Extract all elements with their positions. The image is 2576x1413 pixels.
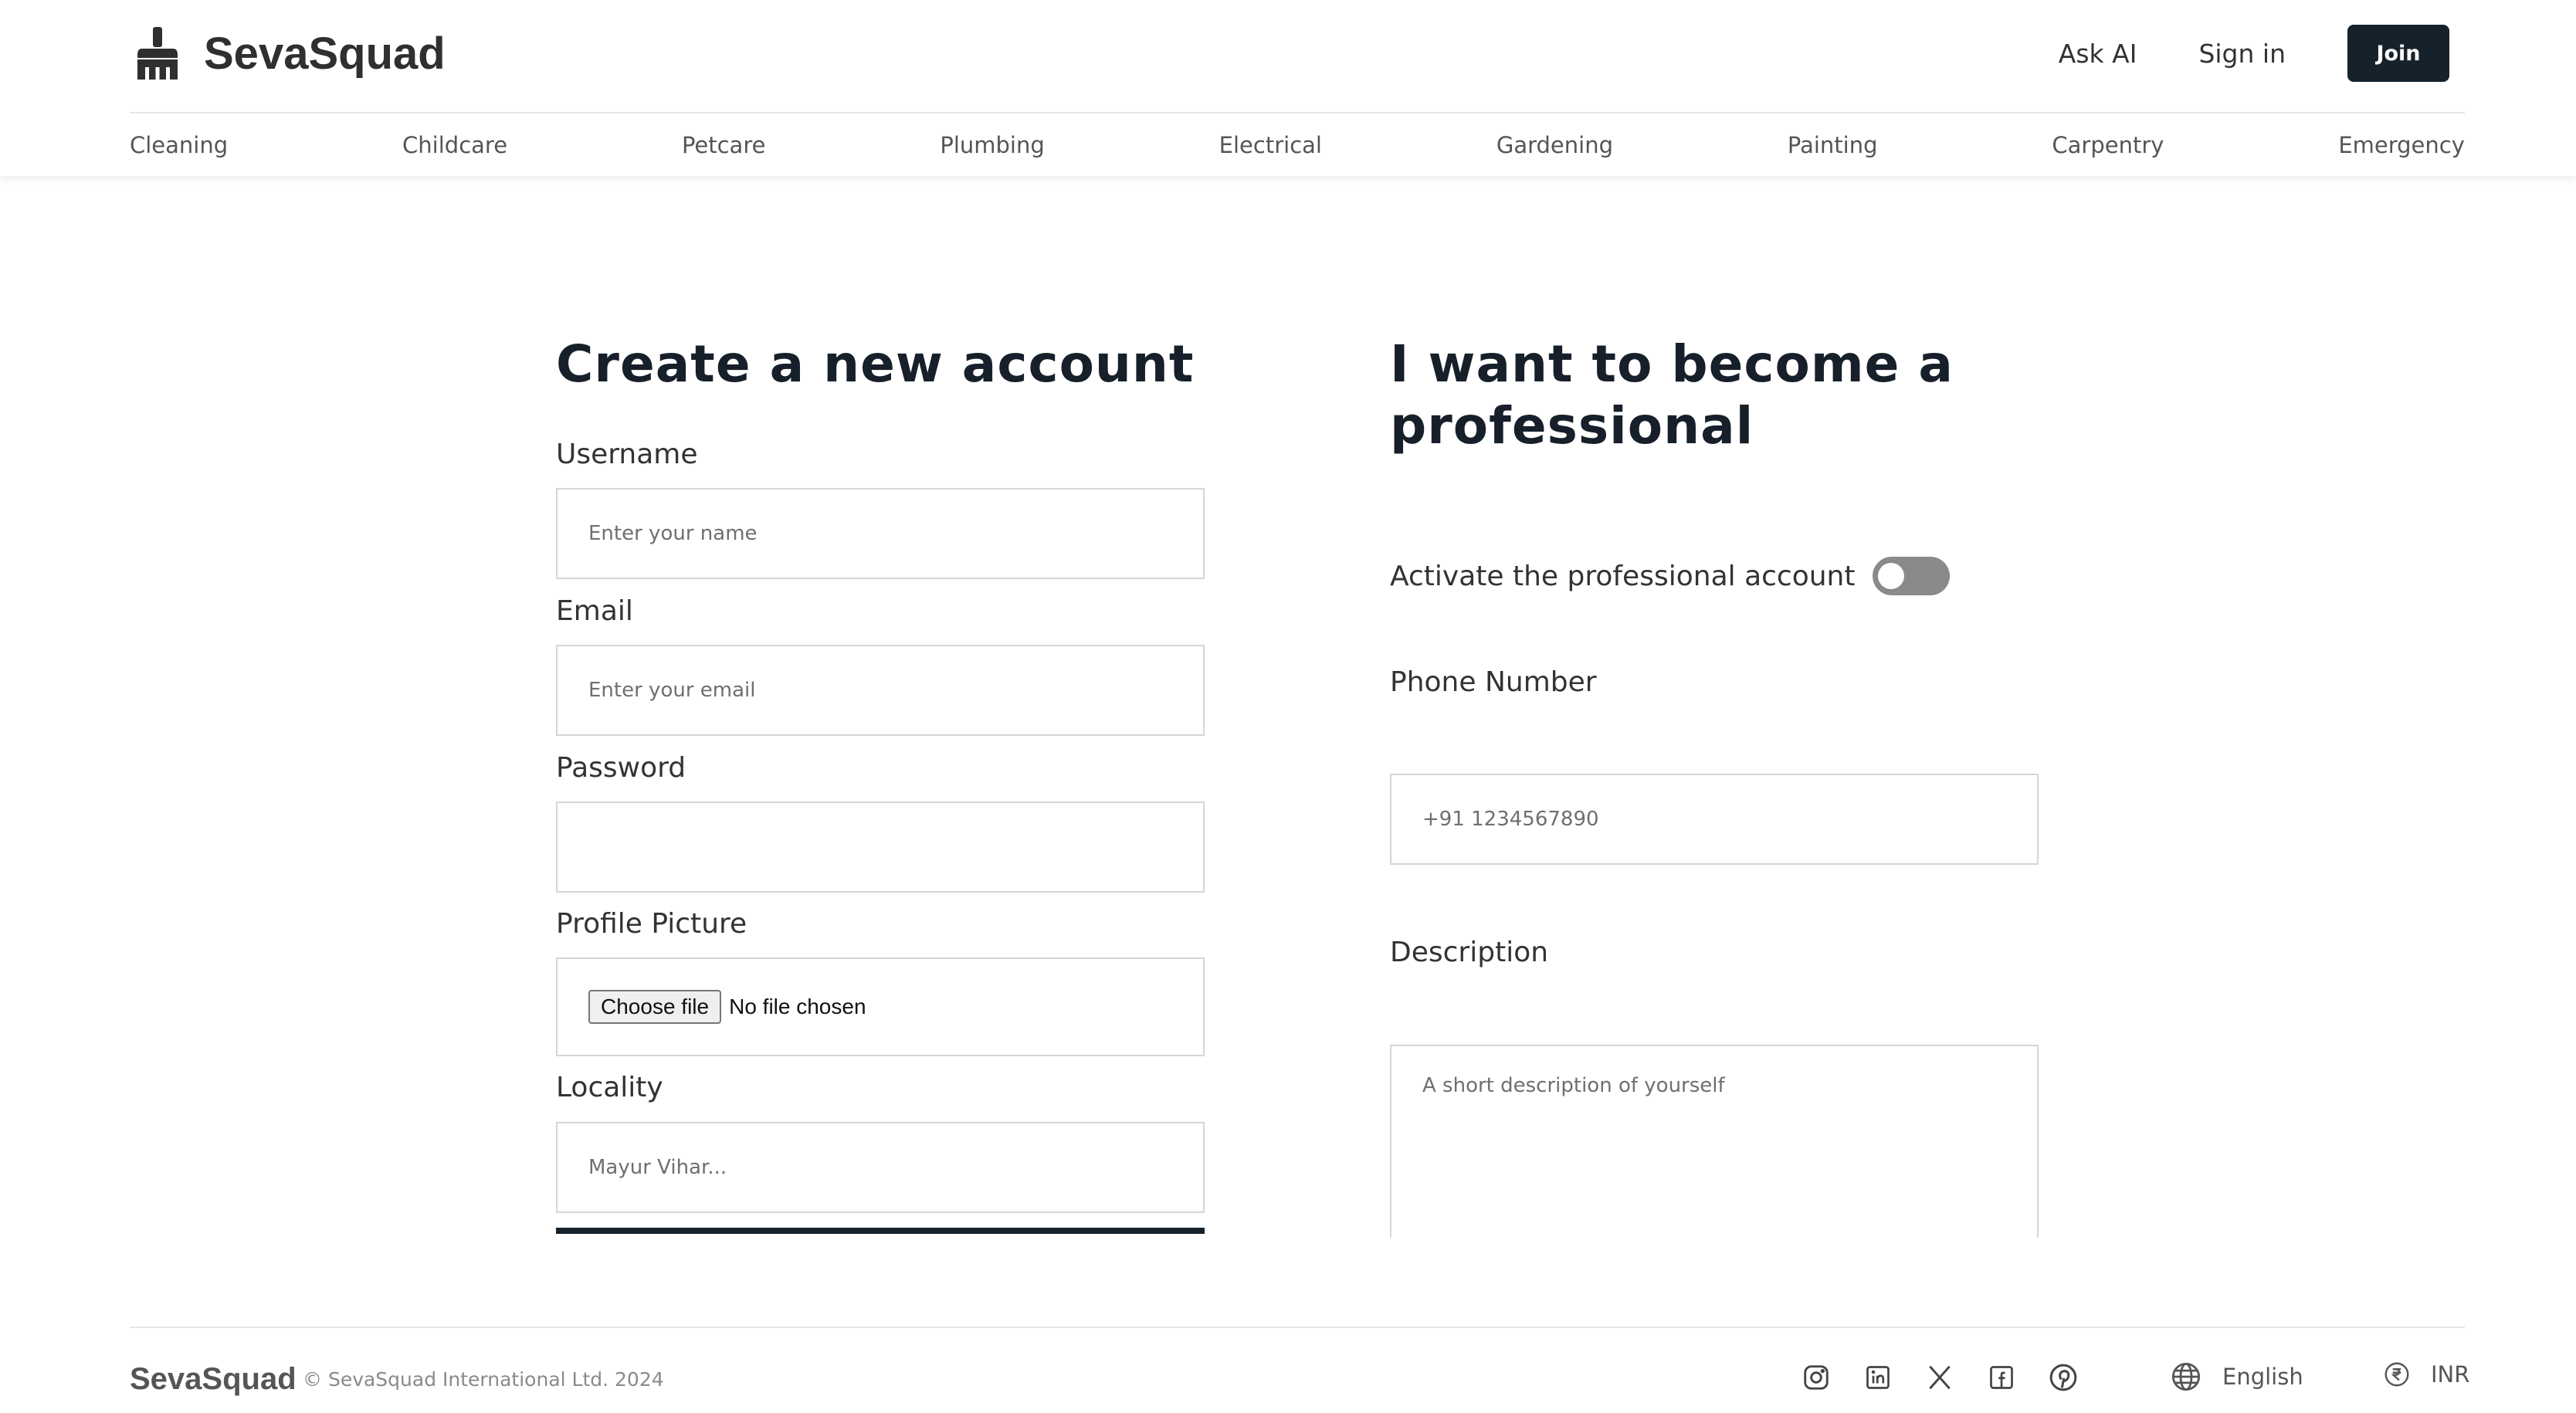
join-button[interactable]: Join — [2347, 25, 2449, 82]
category-nav: Cleaning Childcare Petcare Plumbing Elec… — [130, 114, 2465, 176]
currency-label: INR — [2431, 1361, 2470, 1388]
submit-button[interactable] — [556, 1228, 1205, 1234]
category-emergency[interactable]: Emergency — [2338, 132, 2465, 158]
brand-logo[interactable]: SevaSquad — [134, 25, 446, 82]
category-childcare[interactable]: Childcare — [402, 132, 507, 158]
locality-label: Locality — [556, 1072, 663, 1103]
password-label: Password — [556, 752, 686, 784]
x-icon[interactable] — [1923, 1360, 1957, 1394]
category-electrical[interactable]: Electrical — [1219, 132, 1322, 158]
description-textarea[interactable] — [1390, 1045, 2039, 1238]
profile-picture-label: Profile Picture — [556, 908, 747, 940]
social-links — [1799, 1360, 2108, 1394]
brand-name: SevaSquad — [204, 28, 446, 79]
email-label: Email — [556, 595, 633, 627]
sign-in-link[interactable]: Sign in — [2198, 39, 2286, 69]
toggle-knob — [1877, 563, 1904, 589]
language-selector[interactable]: English — [2170, 1360, 2303, 1393]
email-input[interactable] — [556, 645, 1205, 736]
description-label: Description — [1390, 937, 1549, 968]
ask-ai-link[interactable]: Ask AI — [2059, 39, 2137, 69]
activate-professional-label: Activate the professional account — [1390, 560, 1856, 592]
professional-title-line1: I want to become a — [1390, 334, 1954, 394]
category-carpentry[interactable]: Carpentry — [2052, 132, 2164, 158]
locality-input[interactable] — [556, 1122, 1205, 1213]
phone-input[interactable] — [1390, 774, 2039, 865]
choose-file-button[interactable]: Choose file — [588, 990, 722, 1024]
facebook-icon[interactable] — [1985, 1360, 2018, 1394]
site-header: SevaSquad Ask AI Sign in Join Cleaning C… — [0, 0, 2576, 176]
language-label: English — [2222, 1364, 2303, 1390]
footer-copyright: © SevaSquad International Ltd. 2024 — [303, 1368, 664, 1391]
activate-professional-toggle[interactable] — [1872, 557, 1950, 595]
globe-icon — [2171, 1362, 2201, 1391]
username-input[interactable] — [556, 488, 1205, 579]
phone-label: Phone Number — [1390, 666, 1597, 698]
category-gardening[interactable]: Gardening — [1496, 132, 1613, 158]
top-bar: SevaSquad Ask AI Sign in Join — [130, 0, 2465, 114]
broom-icon — [137, 27, 178, 80]
professional-title: I want to become a professional — [1390, 334, 1954, 457]
category-painting[interactable]: Painting — [1788, 132, 1878, 158]
professional-title-line2: professional — [1390, 396, 1754, 456]
category-plumbing[interactable]: Plumbing — [940, 132, 1044, 158]
category-cleaning[interactable]: Cleaning — [130, 132, 228, 158]
footer-divider — [130, 1327, 2465, 1328]
category-petcare[interactable]: Petcare — [682, 132, 766, 158]
password-input[interactable] — [556, 801, 1205, 893]
rupee-icon — [2384, 1362, 2409, 1387]
instagram-icon[interactable] — [1799, 1360, 1833, 1394]
username-label: Username — [556, 439, 698, 470]
footer-brand[interactable]: SevaSquad — [130, 1362, 297, 1397]
activate-professional-row: Activate the professional account — [1390, 556, 1950, 596]
pinterest-icon[interactable] — [2046, 1360, 2080, 1394]
file-status: No file chosen — [729, 995, 866, 1018]
profile-picture-input: Choose file No file chosen — [556, 957, 1205, 1056]
signup-title: Create a new account — [556, 334, 1195, 394]
currency-selector[interactable]: INR — [2383, 1360, 2469, 1388]
header-actions: Ask AI Sign in Join — [2059, 25, 2465, 82]
linkedin-icon[interactable] — [1861, 1360, 1895, 1394]
